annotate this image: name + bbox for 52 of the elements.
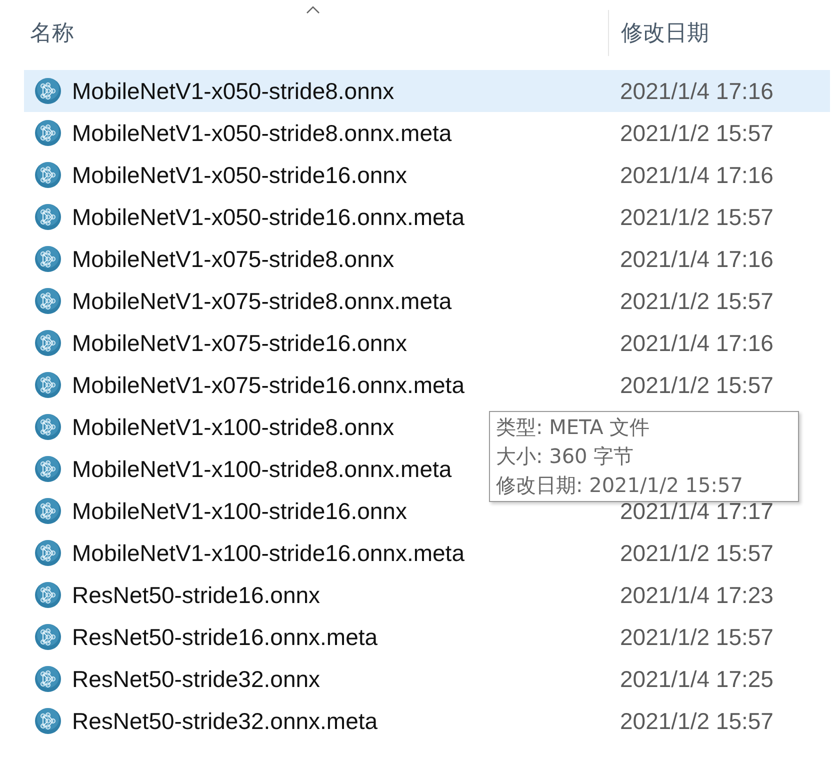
modified-date: 2021/1/4 17:16 [619,162,774,188]
file-name[interactable]: MobileNetV1-x100-stride8.onnx.meta [72,456,452,482]
file-name[interactable]: MobileNetV1-x100-stride16.onnx.meta [72,540,464,566]
file-name[interactable]: MobileNetV1-x075-stride8.onnx.meta [72,288,452,314]
network-file-icon [34,707,62,735]
column-header[interactable]: 修改日期 [621,18,709,48]
network-file-icon [34,665,62,693]
network-file-icon [34,287,62,315]
network-file-icon [34,371,62,399]
network-file-icon [34,455,62,483]
column-header[interactable]: 名称 [30,18,74,48]
tooltip-line: 修改日期: 2021/1/2 15:57 [496,472,744,499]
modified-date: 2021/1/2 15:57 [619,624,774,650]
file-name[interactable]: MobileNetV1-x050-stride8.onnx [72,78,394,104]
file-name[interactable]: MobileNetV1-x050-stride16.onnx.meta [72,204,464,230]
network-file-icon [34,581,62,609]
file-name[interactable]: ResNet50-stride32.onnx.meta [72,708,378,734]
file-name[interactable]: MobileNetV1-x100-stride8.onnx [72,414,394,440]
network-file-icon [34,119,62,147]
file-name[interactable]: MobileNetV1-x075-stride8.onnx [72,246,394,272]
modified-date: 2021/1/4 17:23 [619,582,774,608]
file-name[interactable]: MobileNetV1-x075-stride16.onnx.meta [72,372,464,398]
file-name[interactable]: ResNet50-stride16.onnx.meta [72,624,378,650]
network-file-icon [34,623,62,651]
modified-date: 2021/1/2 15:57 [619,120,774,146]
file-name[interactable]: MobileNetV1-x075-stride16.onnx [72,330,407,356]
modified-date: 2021/1/2 15:57 [619,708,774,734]
file-name[interactable]: ResNet50-stride16.onnx [72,582,320,608]
network-file-icon [34,497,62,525]
file-name[interactable]: ResNet50-stride32.onnx [72,666,320,692]
network-file-icon [34,161,62,189]
modified-date: 2021/1/4 17:16 [619,246,774,272]
modified-date: 2021/1/4 17:25 [619,666,774,692]
modified-date: 2021/1/4 17:16 [619,78,774,104]
file-name[interactable]: MobileNetV1-x100-stride16.onnx [72,498,407,524]
file-name[interactable]: MobileNetV1-x050-stride16.onnx [72,162,407,188]
modified-date: 2021/1/4 17:16 [619,330,774,356]
file-name[interactable]: MobileNetV1-x050-stride8.onnx.meta [72,120,452,146]
tooltip-line: 大小: 360 字节 [496,443,635,470]
modified-date: 2021/1/4 17:17 [619,498,774,524]
network-file-icon [34,413,62,441]
modified-date: 2021/1/2 15:57 [619,540,774,566]
network-file-icon [34,539,62,567]
network-file-icon [34,203,62,231]
tooltip-line: 类型: META 文件 [496,414,651,441]
selected-file-row[interactable]: MobileNetV1-x050-stride8.onnx 2021/1/4 17:16 [24,70,830,112]
network-file-icon [34,245,62,273]
modified-date: 2021/1/2 15:57 [619,288,774,314]
modified-date: 2021/1/2 15:57 [619,204,774,230]
network-file-icon [34,77,62,105]
modified-date: 2021/1/2 15:57 [619,372,774,398]
network-file-icon [34,329,62,357]
